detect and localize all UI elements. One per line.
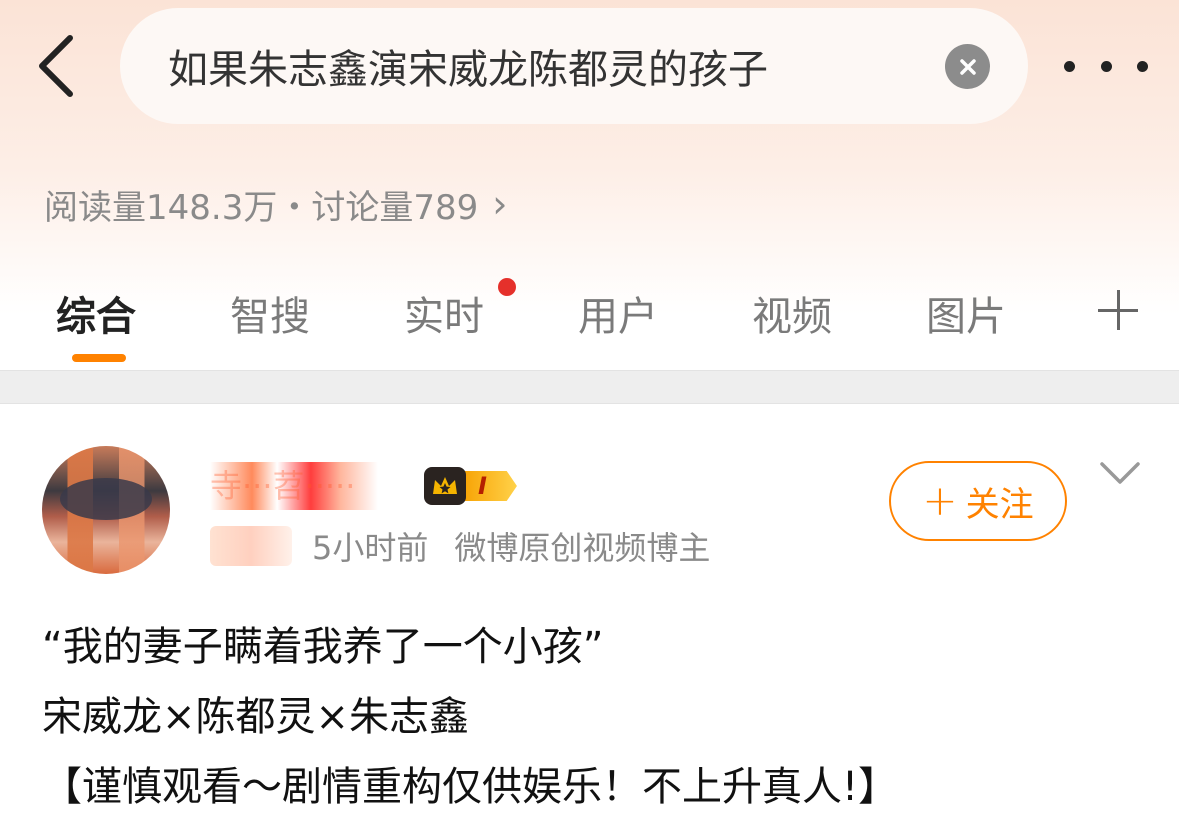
clear-search-button[interactable]: [945, 44, 990, 89]
stats-text: 阅读量148.3万・讨论量789: [44, 187, 479, 228]
tab-users[interactable]: 用户: [578, 284, 658, 342]
more-icon: [1064, 60, 1075, 72]
tab-realtime[interactable]: 实时: [404, 284, 484, 342]
post-line: 【谨慎观看～剧情重构仅供娱乐！不上升真人!】: [42, 764, 899, 810]
tab-smart-search[interactable]: 智搜: [230, 284, 310, 342]
author-tag: [210, 526, 292, 566]
search-bar[interactable]: [120, 8, 1028, 124]
follow-label: 关注: [965, 484, 1034, 525]
chevron-down-icon[interactable]: [1098, 458, 1142, 488]
back-arrow-icon: [39, 35, 73, 97]
search-input[interactable]: [168, 36, 928, 96]
plus-icon[interactable]: [1096, 288, 1140, 332]
active-tab-indicator: [72, 354, 126, 362]
level-number: I: [460, 471, 517, 501]
clear-icon: [959, 58, 976, 75]
post-time: 5小时前: [312, 529, 429, 567]
follow-plus-icon: +: [922, 476, 958, 525]
post-meta: 5小时前 微博原创视频博主: [210, 522, 710, 570]
realtime-notification-dot: [498, 278, 516, 296]
author-name[interactable]: 寺···苕·····: [210, 462, 420, 510]
tab-images[interactable]: 图片: [926, 284, 1006, 342]
back-button[interactable]: [28, 30, 84, 102]
crown-icon: [424, 467, 466, 505]
tab-comprehensive[interactable]: 综合: [56, 284, 136, 342]
topic-stats[interactable]: 阅读量148.3万・讨论量789 ›: [44, 180, 507, 228]
tab-videos[interactable]: 视频: [752, 284, 832, 342]
more-button[interactable]: [1064, 42, 1148, 90]
follow-button[interactable]: + 关注: [889, 461, 1067, 541]
post-line: “我的妻子瞒着我养了一个小孩”: [42, 624, 604, 670]
post-content[interactable]: “我的妻子瞒着我养了一个小孩” 宋威龙×陈都灵×朱志鑫 【谨慎观看～剧情重构仅供…: [42, 612, 1152, 822]
tab-bar: 综合 智搜 实时 用户 视频 图片: [0, 270, 1179, 370]
avatar[interactable]: [42, 446, 170, 574]
author-description: 微博原创视频博主: [454, 529, 711, 567]
post-line: 宋威龙×陈都灵×朱志鑫: [42, 694, 470, 740]
chevron-right-icon: ›: [492, 182, 508, 226]
level-badge[interactable]: I: [424, 466, 538, 506]
section-divider: [0, 370, 1179, 404]
